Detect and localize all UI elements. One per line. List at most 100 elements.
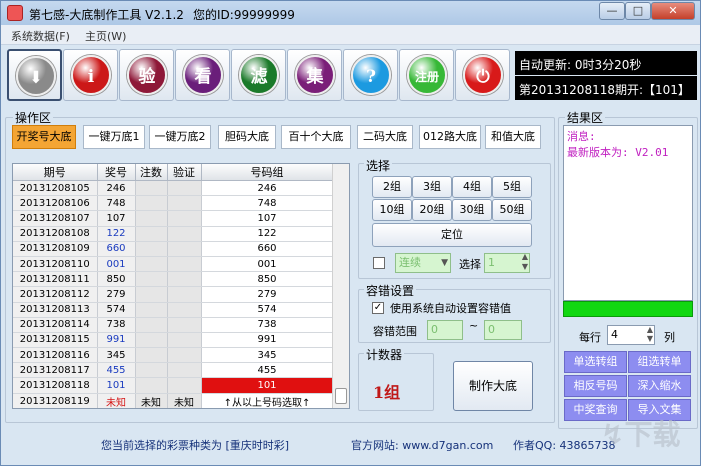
count-cell[interactable]: [135, 347, 168, 364]
number-cell[interactable]: 574: [97, 302, 136, 318]
history-grid[interactable]: 期号 奖号 注数 验证 号码组 20131208105 246 246 2013120…: [12, 163, 350, 409]
col-header-count[interactable]: 注数: [135, 164, 168, 181]
period-cell[interactable]: 20131208107: [13, 210, 98, 227]
period-cell[interactable]: 20131208105: [13, 180, 98, 197]
table-row[interactable]: 20131208111 850 850: [13, 271, 334, 288]
tolerance-to-input[interactable]: 0: [484, 320, 522, 340]
stepper-arrows-icon[interactable]: ▲ ▼: [647, 325, 653, 343]
download-button[interactable]: ⬇: [7, 49, 62, 101]
period-cell[interactable]: 20131208115: [13, 332, 98, 349]
group-cell[interactable]: ↑从以上号码选取↑: [201, 393, 334, 408]
menu-system-data[interactable]: 系统数据(F): [11, 28, 70, 44]
tab-012-route[interactable]: 012路大底: [419, 125, 481, 149]
minimize-button[interactable]: —: [599, 2, 625, 20]
number-cell[interactable]: 738: [97, 317, 136, 333]
tab-digit-base[interactable]: 百十个大底: [281, 125, 351, 149]
period-cell[interactable]: 20131208112: [13, 286, 98, 303]
group-10-button[interactable]: 10组: [372, 199, 412, 221]
number-cell[interactable]: 122: [97, 226, 136, 242]
group-cell[interactable]: 738: [201, 317, 334, 333]
mode-checkbox[interactable]: [373, 257, 385, 269]
select-count-stepper[interactable]: 1 ▲ ▼: [484, 252, 530, 273]
group-cell[interactable]: 345: [201, 347, 334, 364]
number-cell[interactable]: 279: [97, 286, 136, 303]
number-cell[interactable]: 991: [97, 332, 136, 349]
table-row[interactable]: 20131208114 738 738: [13, 317, 334, 333]
table-row[interactable]: 20131208112 279 279: [13, 286, 334, 303]
group-cell[interactable]: 660: [201, 241, 334, 257]
number-cell[interactable]: 455: [97, 362, 136, 379]
verify-button[interactable]: 验: [119, 49, 174, 101]
group-cell[interactable]: 850: [201, 271, 334, 288]
result-textarea[interactable]: 消息: 最新版本为: V2.01: [563, 125, 693, 301]
opposite-number-button[interactable]: 相反号码: [564, 375, 627, 397]
count-cell[interactable]: [135, 271, 168, 288]
group-cell[interactable]: 122: [201, 226, 334, 242]
table-row[interactable]: 20131208106 748 748: [13, 195, 334, 212]
per-row-stepper[interactable]: 4 ▲ ▼: [607, 325, 655, 345]
count-cell[interactable]: [135, 180, 168, 197]
filter-button[interactable]: 滤: [231, 49, 286, 101]
table-row[interactable]: 20131208118 101 101: [13, 377, 334, 394]
number-cell[interactable]: 246: [97, 180, 136, 197]
period-cell[interactable]: 20131208118: [13, 377, 98, 394]
verify-cell[interactable]: [167, 332, 202, 349]
number-cell[interactable]: 850: [97, 271, 136, 288]
verify-cell[interactable]: 未知: [167, 393, 202, 408]
verify-cell[interactable]: [167, 226, 202, 242]
help-button[interactable]: ?: [343, 49, 398, 101]
count-cell[interactable]: [135, 362, 168, 379]
verify-cell[interactable]: [167, 210, 202, 227]
period-cell[interactable]: 20131208117: [13, 362, 98, 379]
period-cell[interactable]: 20131208116: [13, 347, 98, 364]
verify-cell[interactable]: [167, 377, 202, 394]
verify-cell[interactable]: [167, 180, 202, 197]
group-cell[interactable]: 574: [201, 302, 334, 318]
col-header-group[interactable]: 号码组: [201, 164, 334, 181]
period-cell[interactable]: 20131208106: [13, 195, 98, 212]
close-button[interactable]: ✕: [651, 2, 695, 20]
verify-cell[interactable]: [167, 347, 202, 364]
group-20-button[interactable]: 20组: [412, 199, 452, 221]
period-cell[interactable]: 20131208113: [13, 302, 98, 318]
number-cell[interactable]: 001: [97, 256, 136, 273]
stepper-arrows-icon[interactable]: ▲ ▼: [522, 252, 528, 272]
tab-one-key-2[interactable]: 一键万底2: [149, 125, 211, 149]
count-cell[interactable]: [135, 286, 168, 303]
group-30-button[interactable]: 30组: [452, 199, 492, 221]
period-cell[interactable]: 20131208119: [13, 393, 98, 408]
table-row[interactable]: 20131208113 574 574: [13, 302, 334, 318]
number-cell[interactable]: 107: [97, 210, 136, 227]
col-header-number[interactable]: 奖号: [97, 164, 136, 181]
verify-cell[interactable]: [167, 241, 202, 257]
table-row[interactable]: 20131208116 345 345: [13, 347, 334, 364]
number-cell[interactable]: 748: [97, 195, 136, 212]
verify-cell[interactable]: [167, 256, 202, 273]
tab-one-key-1[interactable]: 一键万底1: [83, 125, 145, 149]
number-cell[interactable]: 345: [97, 347, 136, 364]
col-header-verify[interactable]: 验证: [167, 164, 202, 181]
period-cell[interactable]: 20131208110: [13, 256, 98, 273]
group-cell[interactable]: 748: [201, 195, 334, 212]
count-cell[interactable]: [135, 302, 168, 318]
group-3-button[interactable]: 3组: [412, 176, 452, 198]
count-cell[interactable]: [135, 377, 168, 394]
table-row[interactable]: 20131208119 未知 未知 未知 ↑从以上号码选取↑: [13, 393, 334, 408]
table-row[interactable]: 20131208110 001 001: [13, 256, 334, 273]
number-cell[interactable]: 660: [97, 241, 136, 257]
count-cell[interactable]: [135, 210, 168, 227]
group-cell[interactable]: 001: [201, 256, 334, 273]
group-2-button[interactable]: 2组: [372, 176, 412, 198]
count-cell[interactable]: [135, 241, 168, 257]
single-to-group-button[interactable]: 单选转组: [564, 351, 627, 373]
verify-cell[interactable]: [167, 302, 202, 318]
count-cell[interactable]: [135, 226, 168, 242]
count-cell[interactable]: 未知: [135, 393, 168, 408]
verify-cell[interactable]: [167, 286, 202, 303]
group-cell[interactable]: 246: [201, 180, 334, 197]
group-cell[interactable]: 101: [201, 377, 334, 394]
count-cell[interactable]: [135, 256, 168, 273]
period-cell[interactable]: 20131208111: [13, 271, 98, 288]
group-4-button[interactable]: 4组: [452, 176, 492, 198]
group-cell[interactable]: 991: [201, 332, 334, 349]
